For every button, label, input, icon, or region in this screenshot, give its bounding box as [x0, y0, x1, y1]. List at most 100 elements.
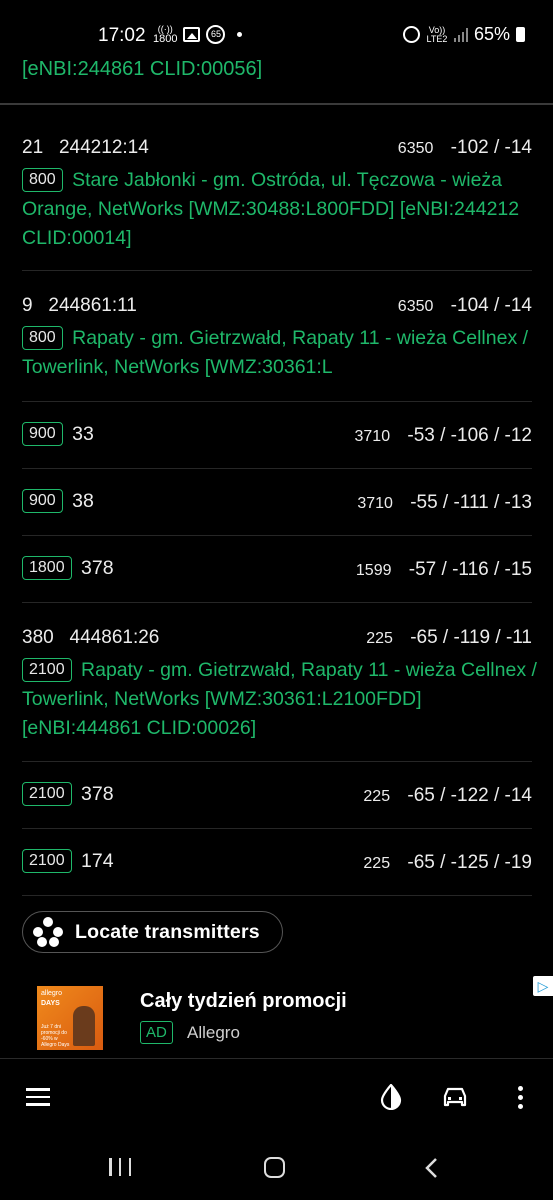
cell-entry[interactable]: 2100 378 225 -65 / -122 / -14 [22, 782, 532, 812]
ad-title: Cały tydzień promocji [140, 990, 347, 1012]
cell-header: 9 244861:11 [22, 295, 137, 317]
cell-signal: -53 / -106 / -12 [407, 425, 532, 446]
cell-signal-block: 1599 -57 / -116 / -15 [356, 559, 532, 581]
cell-description: 2100 Rapaty - gm. Gietrzwałd, Rapaty 11 … [22, 656, 537, 743]
cell-earfcn: 225 [363, 855, 391, 872]
cell-signal-block: 3710 -53 / -106 / -12 [355, 425, 533, 447]
cell-signal: -65 / -119 / -11 [410, 627, 532, 648]
divider [22, 602, 532, 603]
band-badge: 2100 [22, 849, 72, 873]
divider [22, 828, 532, 829]
cell-header: 900 38 [22, 489, 94, 513]
cell-pci: 378 [81, 783, 114, 805]
cell-signal: -104 / -14 [450, 295, 532, 316]
divider [22, 270, 532, 271]
car-icon[interactable] [442, 1086, 468, 1108]
divider [22, 468, 532, 469]
cell-header: 380 444861:26 [22, 627, 159, 649]
cell-signal: -57 / -116 / -15 [408, 559, 532, 580]
band-badge: 800 [22, 326, 63, 350]
band-badge: 2100 [22, 782, 72, 806]
cell-entry[interactable]: 380 444861:26 225 -65 / -119 / -11 2100 … [22, 625, 537, 745]
cell-entry[interactable]: 9 244861:11 6350 -104 / -14 800 Rapaty -… [22, 293, 532, 383]
adchoices-icon[interactable]: ▷ [533, 976, 553, 996]
cell-header: 21 244212:14 [22, 137, 149, 159]
cell-header: 2100 378 [22, 782, 114, 806]
notification-count-icon: 65 [206, 24, 226, 44]
cell-signal-block: 225 -65 / -122 / -14 [363, 785, 532, 807]
more-notifications-icon [237, 31, 243, 37]
divider [22, 401, 532, 402]
cell-id: 444861:26 [69, 627, 160, 648]
home-button[interactable] [264, 1157, 285, 1178]
cell-pci: 380 [22, 627, 54, 648]
cell-id: 244861:11 [48, 295, 137, 316]
signal-icon [453, 27, 468, 42]
ad-source: Allegro [187, 1023, 240, 1042]
band-badge: 800 [22, 168, 63, 192]
transmitters-icon [33, 917, 63, 947]
divider [22, 895, 532, 896]
cell-entry[interactable]: 900 33 3710 -53 / -106 / -12 [22, 422, 532, 452]
divider [22, 535, 532, 536]
cell-location: Rapaty - gm. Gietrzwałd, Rapaty 11 - wie… [22, 327, 529, 378]
recent-apps-button[interactable] [109, 1158, 131, 1176]
cell-header: 2100 174 [22, 849, 114, 873]
ad-thumbnail: allegro DAYS Już 7 dni promocji do -60% … [37, 986, 103, 1050]
cell-earfcn: 6350 [397, 140, 434, 157]
cell-entry[interactable]: 21 244212:14 6350 -102 / -14 800 Stare J… [22, 135, 532, 255]
menu-icon[interactable] [26, 1088, 50, 1106]
cell-entry[interactable]: 1800 378 1599 -57 / -116 / -15 [22, 556, 532, 586]
cell-location: Stare Jabłonki - gm. Ostróda, ul. Tęczow… [22, 169, 520, 249]
cell-signal: -65 / -125 / -19 [407, 852, 532, 873]
cell-id: 244212:14 [58, 137, 149, 158]
more-options-icon[interactable] [516, 1086, 524, 1110]
cell-earfcn: 3710 [357, 495, 393, 512]
cell-pci: 21 [22, 137, 44, 158]
clock: 17:02 [98, 25, 146, 46]
cell-earfcn: 1599 [355, 562, 392, 579]
battery-icon [516, 27, 525, 42]
previous-cell-trail: [eNBI:244861 CLID:00056] [22, 58, 263, 80]
cell-signal: -65 / -122 / -14 [407, 785, 532, 806]
divider [0, 1058, 553, 1059]
cell-signal-block: 6350 -104 / -14 [398, 295, 532, 317]
band-badge: 2100 [22, 658, 72, 682]
cell-signal-block: 225 -65 / -119 / -11 [366, 627, 532, 649]
cell-pci: 9 [22, 295, 33, 316]
ad-banner[interactable]: allegro DAYS Już 7 dni promocji do -60% … [0, 972, 553, 1058]
locate-transmitters-button[interactable]: Locate transmitters [22, 911, 283, 953]
cell-description: 800 Stare Jabłonki - gm. Ostróda, ul. Tę… [22, 166, 537, 253]
divider [0, 103, 553, 105]
cell-pci: 378 [81, 557, 114, 579]
cell-signal-block: 225 -65 / -125 / -19 [363, 852, 532, 874]
back-button[interactable] [422, 1157, 442, 1179]
notification-icons: ((·)) 1800 65 [153, 24, 243, 45]
cell-description: 800 Rapaty - gm. Gietrzwałd, Rapaty 11 -… [22, 324, 537, 382]
gallery-icon [183, 26, 201, 42]
cell-signal-block: 3710 -55 / -111 / -13 [357, 492, 532, 514]
ad-badge: AD [140, 1021, 173, 1044]
status-bar: 17:02 ((·)) 1800 65 Vo)) LTE2 65% [0, 0, 553, 56]
cell-pci: 174 [81, 850, 114, 872]
cell-entry[interactable]: 900 38 3710 -55 / -111 / -13 [22, 489, 532, 519]
volte-icon: Vo)) LTE2 [426, 24, 448, 44]
contrast-icon[interactable] [380, 1084, 402, 1110]
cell-signal-block: 6350 -102 / -14 [398, 137, 532, 159]
cell-location: Rapaty - gm. Gietrzwałd, Rapaty 11 - wie… [22, 659, 537, 739]
cell-pci: 38 [72, 490, 94, 512]
cell-signal: -55 / -111 / -13 [410, 492, 532, 513]
system-icons: Vo)) LTE2 65% [402, 24, 525, 45]
cell-entry[interactable]: 2100 174 225 -65 / -125 / -19 [22, 849, 532, 879]
cell-signal: -102 / -14 [450, 137, 532, 158]
band-badge: 900 [22, 422, 63, 446]
band-indicator-icon: ((·)) 1800 [153, 24, 178, 45]
cell-earfcn: 225 [363, 788, 391, 805]
cell-pci: 33 [72, 423, 94, 445]
band-badge: 1800 [22, 556, 72, 580]
locate-transmitters-label: Locate transmitters [75, 920, 260, 943]
system-nav-bar [0, 1140, 553, 1200]
cell-earfcn: 3710 [354, 428, 391, 445]
alarm-icon [402, 26, 420, 43]
cell-header: 1800 378 [22, 556, 114, 580]
